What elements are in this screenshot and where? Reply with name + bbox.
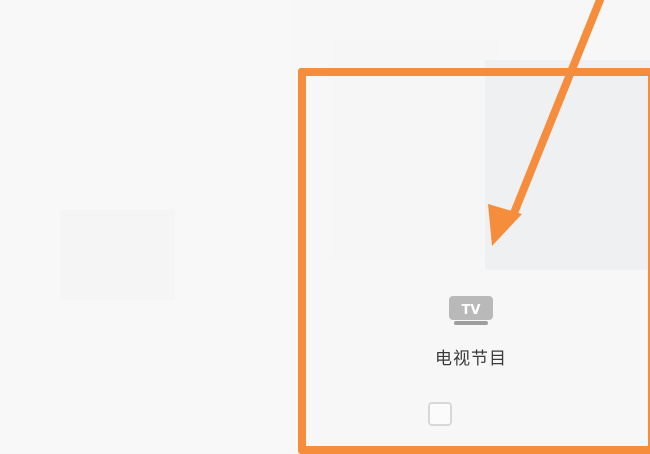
tv-icon[interactable]: TV [448, 295, 494, 327]
background-tile-right [485, 60, 650, 270]
background-tile-upper [330, 40, 500, 260]
tile-checkbox[interactable] [428, 402, 452, 426]
tv-program-label[interactable]: 电视节目 [400, 344, 542, 369]
background-tile-faint [60, 210, 175, 300]
tv-icon-text: TV [462, 303, 481, 318]
